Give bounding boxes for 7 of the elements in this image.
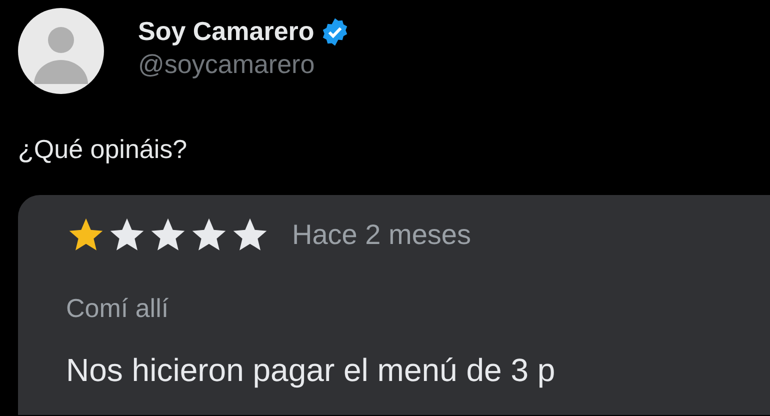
review-text: Nos hicieron pagar el menú de 3 p — [66, 352, 556, 389]
tweet-text: ¿Qué opináis? — [18, 134, 188, 165]
account-handle[interactable]: @soycamarero — [138, 49, 350, 80]
avatar[interactable] — [18, 8, 104, 94]
review-time: Hace 2 meses — [292, 219, 471, 251]
account-name[interactable]: Soy Camarero — [138, 16, 314, 47]
review-context: Comí allí — [66, 293, 170, 324]
